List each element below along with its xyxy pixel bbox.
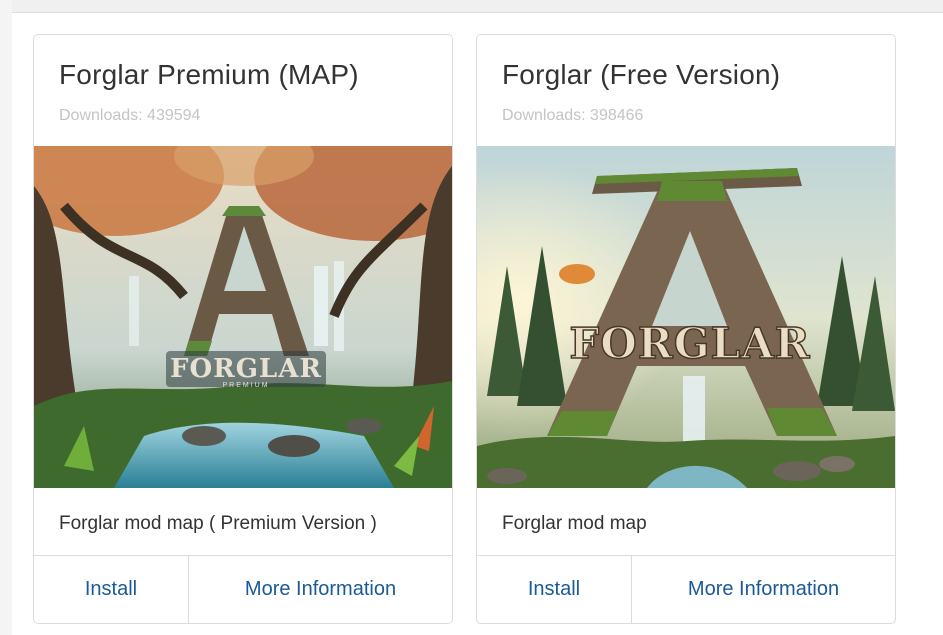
mod-thumbnail[interactable]: FORGLAR bbox=[477, 146, 895, 488]
mod-card-premium: Forglar Premium (MAP) Downloads: 439594 bbox=[33, 34, 453, 624]
image-wordmark: FORGLAR bbox=[569, 319, 810, 368]
mod-title: Forglar (Free Version) bbox=[502, 59, 781, 90]
more-information-button[interactable]: More Information bbox=[189, 556, 452, 623]
mod-description: Forglar mod map bbox=[502, 513, 647, 534]
image-wordmark: FORGLAR bbox=[170, 354, 322, 384]
download-count: Downloads: 398466 bbox=[502, 107, 644, 124]
more-information-button[interactable]: More Information bbox=[632, 556, 895, 623]
install-button[interactable]: Install bbox=[477, 556, 632, 623]
image-subtext: PREMIUM bbox=[222, 382, 269, 389]
mod-card-free: Forglar (Free Version) Downloads: 398466 bbox=[476, 34, 896, 624]
mod-description: Forglar mod map ( Premium Version ) bbox=[59, 513, 377, 534]
mod-thumbnail[interactable]: FORGLAR PREMIUM bbox=[34, 146, 452, 488]
card-actions: Install More Information bbox=[477, 555, 895, 623]
top-bar bbox=[12, 0, 943, 13]
mod-list: Forglar Premium (MAP) Downloads: 439594 bbox=[12, 13, 943, 635]
card-actions: Install More Information bbox=[34, 555, 452, 623]
mod-title: Forglar Premium (MAP) bbox=[59, 59, 359, 90]
download-count: Downloads: 439594 bbox=[59, 107, 201, 124]
install-button[interactable]: Install bbox=[34, 556, 189, 623]
